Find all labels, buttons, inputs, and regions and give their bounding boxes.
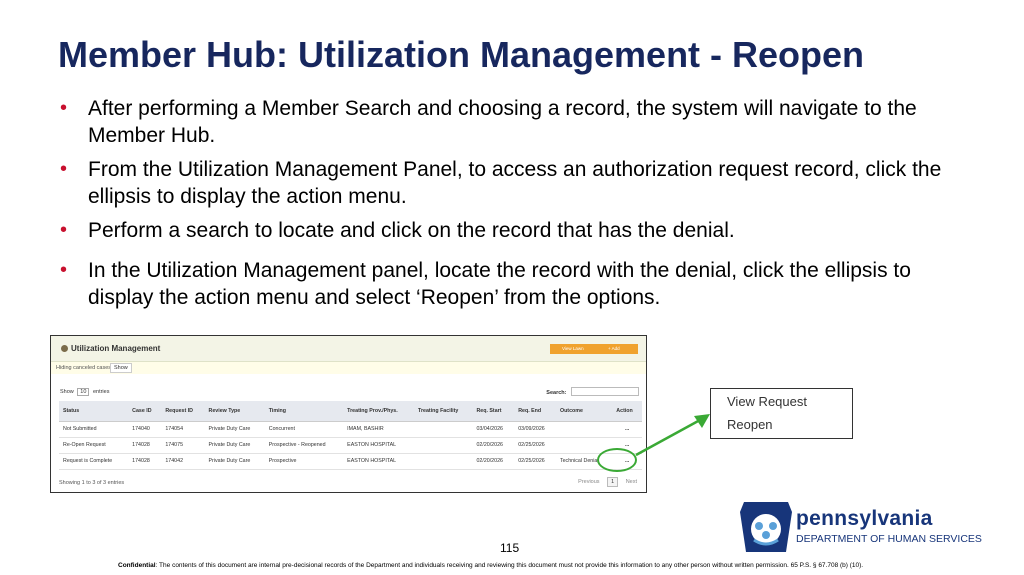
menu-item-view-request[interactable]: View Request	[727, 394, 807, 409]
col-status: Status	[59, 401, 129, 422]
bullet-dot: •	[60, 158, 68, 180]
previous-link: Previous	[578, 479, 600, 485]
col-timing: Timing	[264, 401, 344, 422]
cell-req-start: 02/20/2026	[472, 437, 515, 454]
cell-treating-prov: IMAM, BASHIR	[343, 421, 414, 438]
show-label: Show	[60, 389, 74, 395]
panel-title-text: Utilization Management	[71, 344, 161, 353]
logo-department: DEPARTMENT OF HUMAN SERVICES	[796, 533, 982, 545]
menu-item-reopen[interactable]: Reopen	[727, 417, 773, 432]
cell-outcome	[555, 421, 613, 438]
col-outcome: Outcome	[555, 401, 613, 422]
view-button: View Lawn	[562, 346, 584, 351]
cell-treating-facility	[414, 421, 473, 438]
panel-action-buttons: View Lawn + Add	[550, 344, 638, 354]
col-treating-facility: Treating Facility	[414, 401, 473, 422]
panel-header: Utilization Management View Lawn + Add	[51, 336, 646, 362]
keystone-logo-icon	[740, 502, 792, 552]
panel-title: Utilization Management	[61, 344, 160, 353]
col-action: Action	[612, 401, 642, 422]
col-req-end: Req. End	[514, 401, 556, 422]
cell-status: Re-Open Request	[59, 437, 129, 454]
um-table: Status Case ID Request ID Review Type Ti…	[59, 401, 642, 470]
cell-status: Request is Complete	[59, 453, 129, 470]
cell-review-type: Private Duty Care	[204, 437, 265, 454]
hiding-notice: Hiding canceled cases. Show	[51, 362, 646, 374]
cell-req-end: 02/25/2026	[514, 437, 556, 454]
action-ellipsis: ...	[612, 421, 642, 438]
bullet-text: After performing a Member Search and cho…	[88, 97, 917, 147]
cell-req-end: 03/09/2026	[514, 421, 556, 438]
confidential-text: : The contents of this document are inte…	[155, 562, 864, 569]
entries-control: Show 10 entries	[60, 388, 109, 396]
cell-review-type: Private Duty Care	[204, 453, 265, 470]
cell-treating-prov: EASTON HOSPITAL	[343, 453, 414, 470]
bullet-text: From the Utilization Management Panel, t…	[88, 158, 942, 208]
entries-label: entries	[92, 389, 110, 395]
search-label: Search:	[546, 390, 567, 396]
cell-request-id: 174042	[161, 453, 205, 470]
bullet-item: • Perform a search to locate and click on…	[60, 217, 960, 244]
cell-case-id: 174028	[128, 453, 162, 470]
cell-req-start: 02/20/2026	[472, 453, 515, 470]
utilization-management-screenshot: Utilization Management View Lawn + Add H…	[50, 335, 647, 493]
cell-treating-facility	[414, 437, 473, 454]
cell-case-id: 174028	[128, 437, 162, 454]
col-review-type: Review Type	[204, 401, 265, 422]
table-row: Re-Open Request 174028 174075 Private Du…	[59, 437, 642, 454]
pagination: Previous 1 Next	[572, 477, 637, 487]
cell-request-id: 174075	[161, 437, 205, 454]
bullet-item: • In the Utilization Management panel, lo…	[60, 257, 960, 311]
table-row: Not Submitted 174040 174054 Private Duty…	[59, 421, 642, 438]
highlight-circle	[597, 448, 637, 472]
cell-case-id: 174040	[128, 421, 162, 438]
dhs-logo: pennsylvania DEPARTMENT OF HUMAN SERVICE…	[740, 500, 982, 555]
confidential-notice: Confidential: The contents of this docum…	[118, 562, 863, 569]
cell-timing: Prospective	[264, 453, 344, 470]
cell-status: Not Submitted	[59, 421, 129, 438]
bullet-item: • From the Utilization Management Panel, …	[60, 156, 960, 210]
page-1: 1	[607, 477, 619, 487]
hiding-text: Hiding canceled cases.	[56, 365, 113, 371]
bullet-list: • After performing a Member Search and ch…	[60, 95, 960, 311]
add-button: + Add	[608, 346, 620, 351]
col-treating-prov: Treating Prov./Phys.	[343, 401, 414, 422]
bullet-text: Perform a search to locate and click on …	[88, 219, 735, 242]
action-menu: View Request Reopen	[710, 388, 853, 439]
bullet-text: In the Utilization Management panel, loc…	[88, 259, 911, 309]
bullet-dot: •	[60, 97, 68, 119]
table-header-row: Status Case ID Request ID Review Type Ti…	[59, 401, 642, 422]
search-input	[571, 387, 639, 396]
user-icon	[61, 345, 68, 352]
bullet-item: • After performing a Member Search and ch…	[60, 95, 960, 149]
col-case-id: Case ID	[128, 401, 162, 422]
slide-title: Member Hub: Utilization Management - Reo…	[58, 34, 865, 75]
col-req-start: Req. Start	[472, 401, 515, 422]
bullet-dot: •	[60, 259, 68, 281]
logo-wordmark: pennsylvania	[796, 507, 933, 530]
table-info: Showing 1 to 3 of 3 entries	[59, 480, 125, 486]
next-link: Next	[625, 479, 637, 485]
table-search: Search:	[546, 387, 639, 398]
confidential-label: Confidential	[118, 562, 156, 569]
cell-req-start: 03/04/2026	[472, 421, 515, 438]
page-number: 115	[500, 541, 520, 555]
bullet-dot: •	[60, 219, 68, 241]
entries-select: 10	[77, 388, 90, 396]
col-request-id: Request ID	[161, 401, 205, 422]
show-canceled-button: Show	[110, 363, 132, 373]
cell-timing: Prospective - Reopened	[264, 437, 344, 454]
cell-treating-prov: EASTON HOSPITAL	[343, 437, 414, 454]
cell-review-type: Private Duty Care	[204, 421, 265, 438]
cell-req-end: 02/25/2026	[514, 453, 556, 470]
cell-timing: Concurrent	[264, 421, 344, 438]
cell-treating-facility	[414, 453, 473, 470]
cell-request-id: 174054	[161, 421, 205, 438]
table-row: Request is Complete 174028 174042 Privat…	[59, 453, 642, 470]
